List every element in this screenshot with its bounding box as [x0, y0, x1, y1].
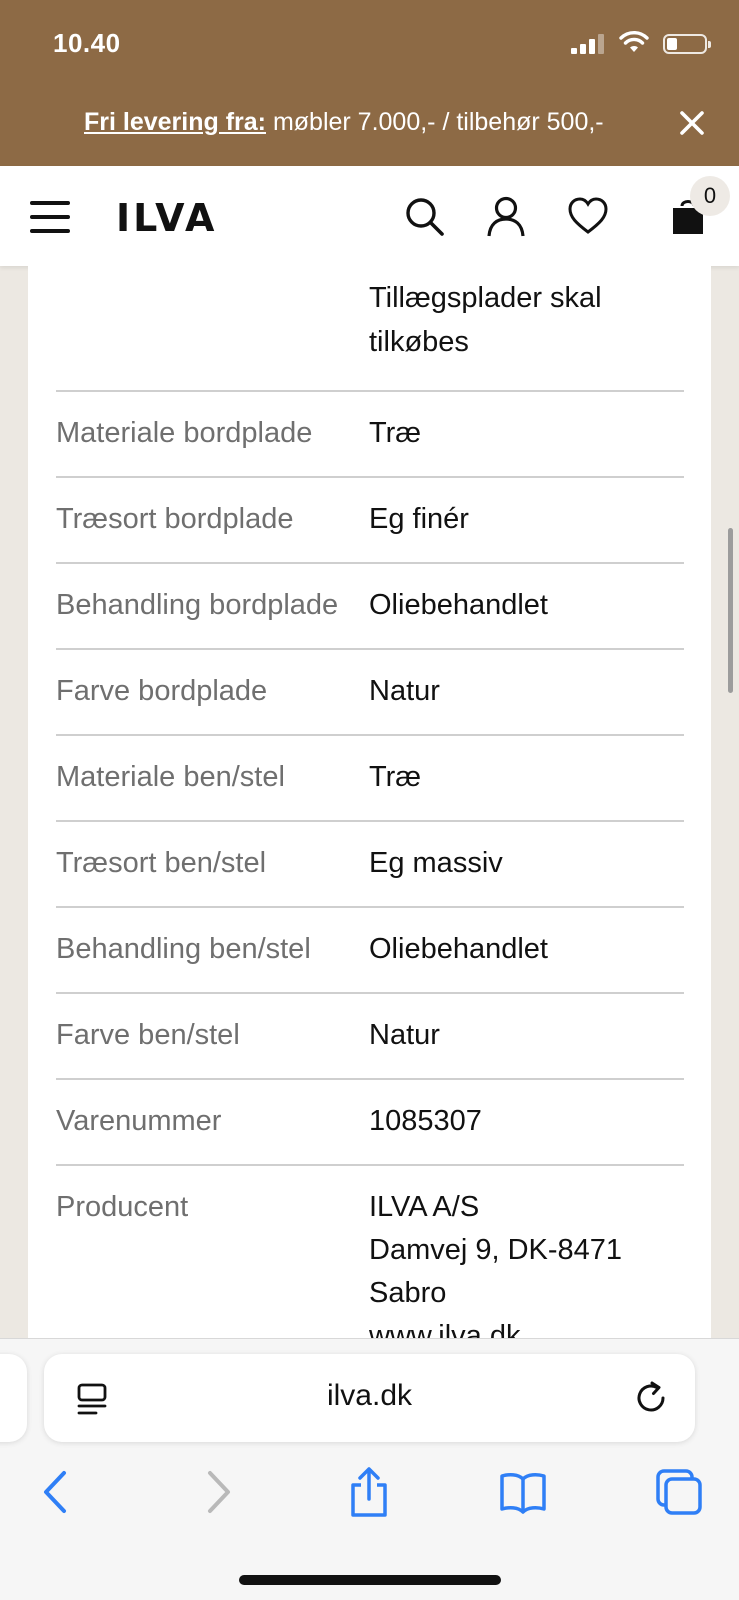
spec-row: Behandling bordplade Oliebehandlet	[56, 562, 684, 648]
heart-icon[interactable]	[566, 194, 610, 238]
wifi-icon	[619, 31, 649, 52]
spec-row: Behandling ben/stel Oliebehandlet	[56, 906, 684, 992]
browser-toolbar: ilva.dk	[0, 1338, 739, 1600]
spec-label: Træsort bordplade	[56, 503, 294, 535]
free-delivery-banner[interactable]: Fri levering fra: møbler 7.000,- / tilbe…	[84, 108, 604, 137]
product-spec-card: Tillægsplader skal tilkøbes Materiale bo…	[28, 266, 711, 1338]
free-delivery-link[interactable]: Fri levering fra:	[84, 108, 266, 136]
producer-website-link[interactable]: www.ilva.dk	[369, 1315, 684, 1338]
battery-icon	[663, 34, 711, 54]
tabs-icon[interactable]	[654, 1467, 704, 1517]
spec-value: ILVA A/S Damvej 9, DK-8471 Sabro www.ilv…	[369, 1186, 684, 1338]
spec-label: Træsort ben/stel	[56, 847, 267, 879]
top-banner-area: 10.40 Fri levering fra: møbler 7.000,- /…	[0, 0, 739, 166]
spec-label: Behandling ben/stel	[56, 933, 311, 965]
producer-address: Damvej 9, DK-8471	[369, 1234, 623, 1266]
spec-label: Producent	[56, 1191, 189, 1223]
spec-value: Natur	[369, 675, 440, 707]
share-icon[interactable]	[344, 1467, 394, 1517]
ilva-logo[interactable]: ILVA	[116, 196, 217, 240]
spec-row: Producent ILVA A/S Damvej 9, DK-8471 Sab…	[56, 1164, 684, 1338]
spec-row: Materiale ben/stel Træ	[56, 734, 684, 820]
spec-label: Farve ben/stel	[56, 1019, 240, 1051]
status-icons	[571, 30, 711, 58]
scroll-indicator[interactable]	[728, 528, 733, 693]
spec-value: Træ	[369, 417, 422, 449]
spec-value: Natur	[369, 1019, 440, 1051]
spec-label: Varenummer	[56, 1105, 222, 1137]
address-bar[interactable]: ilva.dk	[44, 1354, 695, 1442]
spec-label: Materiale ben/stel	[56, 761, 285, 793]
spec-label: Behandling bordplade	[56, 589, 339, 621]
cart-count-badge: 0	[690, 176, 730, 216]
spec-value: 1085307	[369, 1105, 482, 1137]
spec-label: Farve bordplade	[56, 675, 268, 707]
account-icon[interactable]	[484, 194, 528, 238]
url-text[interactable]: ilva.dk	[44, 1379, 695, 1413]
producer-name: ILVA A/S	[369, 1191, 480, 1223]
free-delivery-text: møbler 7.000,- / tilbehør 500,-	[266, 108, 604, 136]
spec-value: Oliebehandlet	[369, 589, 548, 621]
spec-row: Farve bordplade Natur	[56, 648, 684, 734]
cellular-signal-icon	[571, 34, 607, 54]
spec-value: Træ	[369, 761, 422, 793]
status-time: 10.40	[53, 28, 121, 58]
spec-row: Varenummer 1085307	[56, 1078, 684, 1164]
forward-icon[interactable]	[192, 1467, 242, 1517]
spec-table: Tillægsplader skal tilkøbes Materiale bo…	[56, 266, 684, 1338]
spec-value: Oliebehandlet	[369, 933, 548, 965]
producer-city: Sabro	[369, 1277, 447, 1309]
spec-top-value: Tillægsplader skal tilkøbes	[369, 282, 602, 358]
spec-row: Farve ben/stel Natur	[56, 992, 684, 1078]
menu-icon[interactable]	[30, 201, 70, 233]
spec-label: Materiale bordplade	[56, 417, 313, 449]
spec-row: Materiale bordplade Træ	[56, 390, 684, 476]
close-icon[interactable]	[679, 110, 705, 136]
previous-tab-peek[interactable]	[0, 1354, 27, 1442]
site-header: ILVA 0	[0, 166, 739, 266]
spec-value: Eg finér	[369, 503, 469, 535]
spec-value: Eg massiv	[369, 847, 503, 879]
spec-row: Træsort bordplade Eg finér	[56, 476, 684, 562]
back-icon[interactable]	[32, 1467, 82, 1517]
home-indicator	[239, 1575, 501, 1585]
bookmarks-icon[interactable]	[498, 1467, 548, 1517]
spec-row: Træsort ben/stel Eg massiv	[56, 820, 684, 906]
reload-icon[interactable]	[633, 1380, 669, 1416]
search-icon[interactable]	[402, 194, 446, 238]
